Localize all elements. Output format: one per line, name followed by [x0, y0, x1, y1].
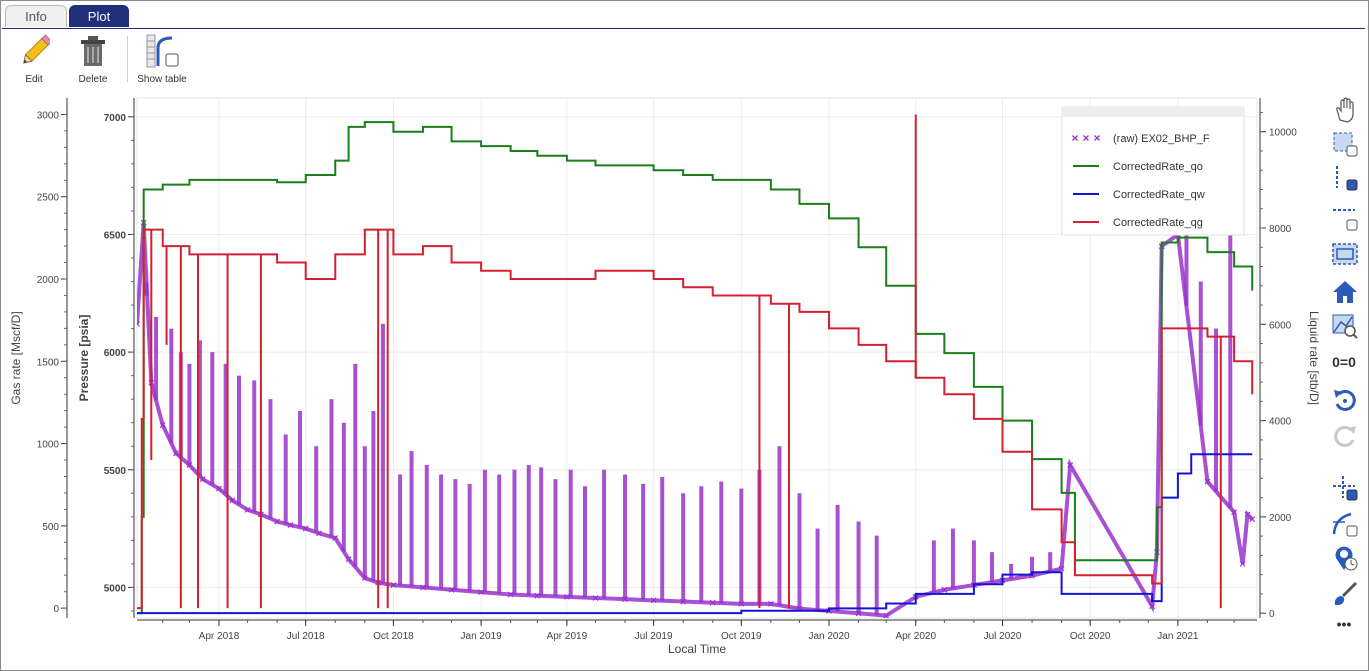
hover-tooltip-icon — [1335, 546, 1358, 571]
gas-tick-label: 1500 — [37, 357, 60, 368]
liquid-tick-label: 0 — [1269, 609, 1275, 620]
brush-tool[interactable] — [1331, 580, 1359, 608]
liquid-tick-label: 4000 — [1269, 417, 1292, 428]
x-tick-label: Oct 2018 — [373, 631, 414, 642]
pressure-tick-label: 6500 — [104, 230, 127, 241]
toolbar: Edit Delete Show table — [0, 30, 1367, 90]
more-icon: ••• — [1336, 616, 1352, 632]
y-select-tool[interactable] — [1331, 164, 1359, 192]
gas-tick-label: 2000 — [37, 275, 60, 286]
pressure-axis-title: Pressure [psia] — [77, 315, 91, 402]
x-tick-label: Oct 2019 — [721, 631, 762, 642]
pressure-tick-label: 7000 — [104, 113, 127, 124]
zero-zero-tool[interactable]: 0=0 — [1329, 354, 1359, 370]
zero-zero-icon: 0=0 — [1332, 354, 1356, 370]
liquid-tick-label: 2000 — [1269, 513, 1292, 524]
x-tick-label: Oct 2020 — [1070, 631, 1111, 642]
pressure-tick-label: 5000 — [104, 583, 127, 594]
gas-tick-label: 3000 — [37, 110, 60, 121]
pressure-tick-label: 5500 — [104, 466, 127, 477]
legend-entry-label: (raw) EX02_BHP_F — [1113, 133, 1210, 145]
legend-header — [1062, 107, 1244, 117]
reset-tool[interactable] — [1331, 278, 1359, 306]
box-zoom-icon — [1332, 243, 1358, 265]
undo-tool[interactable] — [1331, 386, 1359, 414]
x-axis-title: Local Time — [668, 642, 726, 656]
redo-tool[interactable] — [1331, 422, 1359, 450]
zoom-to-fit-tool[interactable] — [1331, 312, 1359, 340]
x-select-tool[interactable] — [1331, 204, 1359, 232]
legend-entry-label: CorrectedRate_qo — [1113, 161, 1203, 173]
legend: (raw) EX02_BHP_F CorrectedRate_qo Correcte… — [1061, 106, 1245, 236]
gas-tick-label: 1000 — [37, 440, 60, 451]
crosshair-icon — [1333, 476, 1358, 501]
pan-tool[interactable] — [1331, 96, 1359, 124]
crosshair-tool[interactable] — [1331, 474, 1359, 502]
liquid-axis-title: Liquid rate [stb/D] — [1307, 311, 1321, 405]
edit-button[interactable]: Edit — [6, 32, 62, 88]
delete-button[interactable]: Delete — [65, 32, 121, 88]
tab-plot[interactable]: Plot — [69, 5, 129, 27]
pencil-icon — [23, 34, 50, 64]
gas-tick-label: 2500 — [37, 193, 60, 204]
hover-tooltip-tool[interactable] — [1331, 544, 1359, 572]
box-select-icon — [1333, 132, 1358, 157]
x-tick-label: Jan 2019 — [461, 631, 503, 642]
x-tick-label: Jul 2019 — [635, 631, 673, 642]
pan-icon — [1336, 97, 1354, 123]
hover-line-icon — [1332, 512, 1358, 537]
more-tools[interactable]: ••• — [1329, 616, 1359, 632]
x-tick-label: Apr 2019 — [547, 631, 588, 642]
x-tick-label: Jul 2018 — [287, 631, 325, 642]
x-tick-label: Jul 2020 — [984, 631, 1022, 642]
y-select-icon — [1336, 166, 1358, 191]
edit-label: Edit — [25, 74, 43, 85]
trash-icon — [81, 36, 105, 66]
plot-tools-bar: 0=0 ••• — [1327, 92, 1361, 642]
x-tick-label: Apr 2018 — [199, 631, 240, 642]
box-zoom-tool[interactable] — [1331, 240, 1359, 268]
redo-icon — [1334, 425, 1356, 447]
table-chart-icon — [146, 34, 179, 68]
x-tick-label: Apr 2020 — [895, 631, 936, 642]
tab-info[interactable]: Info — [5, 5, 67, 27]
brush-icon — [1334, 581, 1358, 606]
legend-entry-label: CorrectedRate_qw — [1113, 189, 1205, 201]
tab-underline — [2, 28, 1365, 29]
show-table-label: Show table — [137, 74, 187, 85]
delete-label: Delete — [78, 74, 108, 85]
x-tick-label: Jan 2021 — [1157, 631, 1199, 642]
zoom-to-fit-icon — [1332, 314, 1358, 339]
show-table-button[interactable]: Show table — [134, 32, 190, 88]
gas-tick-label: 0 — [53, 604, 59, 615]
undo-icon — [1334, 389, 1356, 411]
legend-entry-label: CorrectedRate_qg — [1113, 217, 1203, 229]
liquid-tick-label: 6000 — [1269, 320, 1292, 331]
rate-pressure-plot[interactable]: Apr 2018 Jul 2018 Oct 2018 Jan 2019 Apr 2019… — [0, 90, 1325, 665]
gas-tick-label: 500 — [42, 522, 59, 533]
pressure-tick-label: 6000 — [104, 348, 127, 359]
liquid-tick-label: 8000 — [1269, 224, 1292, 235]
gas-axis-title: Gas rate [Mscf/D] — [9, 311, 23, 404]
toolbar-separator — [127, 36, 128, 82]
x-tick-label: Jan 2020 — [808, 631, 850, 642]
hover-line-tool[interactable] — [1331, 510, 1359, 538]
x-select-icon — [1333, 209, 1358, 231]
box-select-tool[interactable] — [1331, 130, 1359, 158]
liquid-tick-label: 10000 — [1269, 128, 1297, 139]
home-icon — [1333, 281, 1357, 303]
